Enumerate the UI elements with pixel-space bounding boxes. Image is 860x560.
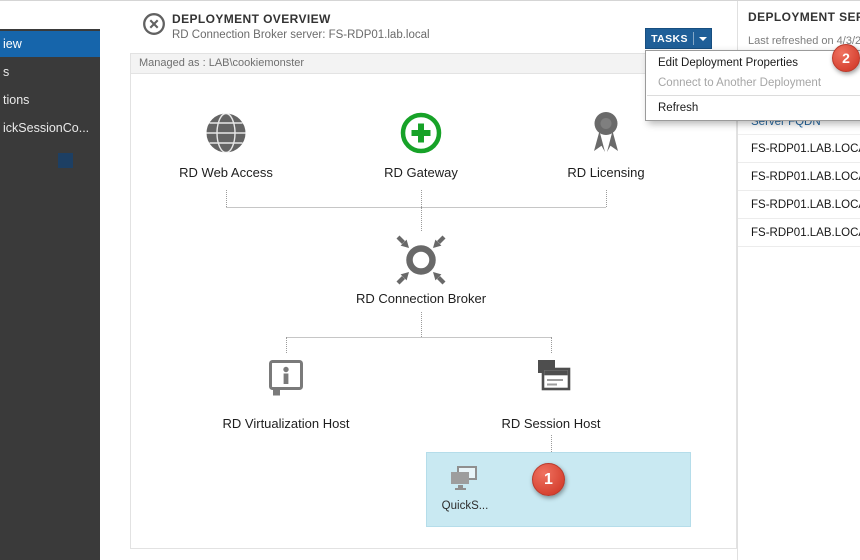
- node-rd-session-host[interactable]: RD Session Host: [451, 357, 651, 437]
- green-plus-icon: [398, 110, 444, 156]
- server-icon: [58, 153, 73, 168]
- tasks-menu: Edit Deployment Properties Connect to An…: [645, 50, 860, 121]
- tasks-button[interactable]: TASKS: [645, 28, 712, 49]
- node-label: RD Virtualization Host: [186, 416, 386, 431]
- target-arrows-icon: [395, 234, 447, 286]
- connector-line: [226, 207, 606, 208]
- server-list: FS-RDP01.LAB.LOCAL FS-RDP01.LAB.LOCAL FS…: [738, 134, 860, 247]
- node-label: RD Web Access: [126, 165, 326, 180]
- node-label: RD Licensing: [506, 165, 706, 180]
- collection-label: QuickS...: [429, 500, 501, 512]
- server-row[interactable]: FS-RDP01.LAB.LOCAL: [738, 163, 860, 191]
- menu-item-edit-deployment-properties[interactable]: Edit Deployment Properties: [646, 53, 860, 73]
- connector-line: [286, 337, 551, 338]
- connector-line: [606, 190, 607, 207]
- connector-line: [286, 337, 287, 353]
- chevron-down-icon: [694, 37, 711, 41]
- sidebar-item-overview[interactable]: iew: [0, 31, 100, 57]
- connector-line: [551, 435, 552, 452]
- ribbon-icon: [586, 110, 626, 156]
- circle-x-icon: [142, 12, 166, 36]
- annotation-badge-2: 2: [832, 44, 860, 72]
- sidebar-nav: iew s tions ickSessionCo...: [0, 29, 100, 560]
- connector-line: [551, 337, 552, 353]
- info-box-icon: [266, 357, 306, 401]
- annotation-badge-1: 1: [532, 463, 565, 496]
- node-rd-virtualization-host[interactable]: RD Virtualization Host: [186, 357, 386, 437]
- connector-line: [421, 207, 422, 231]
- server-monitor-icon: [529, 357, 573, 401]
- menu-item-refresh[interactable]: Refresh: [646, 98, 860, 118]
- page-subtitle: RD Connection Broker server: FS-RDP01.la…: [172, 29, 430, 41]
- collection-quick-session[interactable]: QuickS... 1: [426, 452, 691, 527]
- node-label: RD Connection Broker: [321, 291, 521, 306]
- connector-line: [226, 190, 227, 207]
- server-manager-rds-overview: iew s tions ickSessionCo... DEPLOYMENT O…: [0, 0, 860, 560]
- node-label: RD Session Host: [451, 416, 651, 431]
- node-label: RD Gateway: [321, 165, 521, 180]
- menu-separator: [647, 95, 860, 96]
- deployment-diagram-panel: Managed as : LAB\cookiemonster RD Web Ac…: [130, 53, 737, 549]
- sidebar-item-quick-session-collection[interactable]: ickSessionCo...: [0, 115, 100, 141]
- server-row[interactable]: FS-RDP01.LAB.LOCAL: [738, 135, 860, 163]
- menu-item-connect-to-another-deployment: Connect to Another Deployment: [646, 73, 860, 93]
- connector-line: [421, 312, 422, 337]
- dual-monitors-icon: [447, 464, 483, 496]
- tasks-button-label: TASKS: [646, 33, 693, 45]
- deployment-servers-title: DEPLOYMENT SERVERS: [748, 10, 860, 24]
- server-row[interactable]: FS-RDP01.LAB.LOCAL: [738, 191, 860, 219]
- node-rd-web-access[interactable]: RD Web Access: [126, 110, 326, 190]
- connector-line: [421, 190, 422, 207]
- server-row[interactable]: FS-RDP01.LAB.LOCAL: [738, 219, 860, 247]
- node-rd-connection-broker[interactable]: RD Connection Broker: [321, 234, 521, 314]
- node-rd-gateway[interactable]: RD Gateway: [321, 110, 521, 190]
- sidebar-item-collections[interactable]: tions: [0, 87, 100, 113]
- globe-icon: [203, 110, 249, 156]
- sidebar-item-servers[interactable]: s: [0, 59, 100, 85]
- node-rd-licensing[interactable]: RD Licensing: [506, 110, 706, 190]
- page-title: DEPLOYMENT OVERVIEW: [172, 12, 331, 26]
